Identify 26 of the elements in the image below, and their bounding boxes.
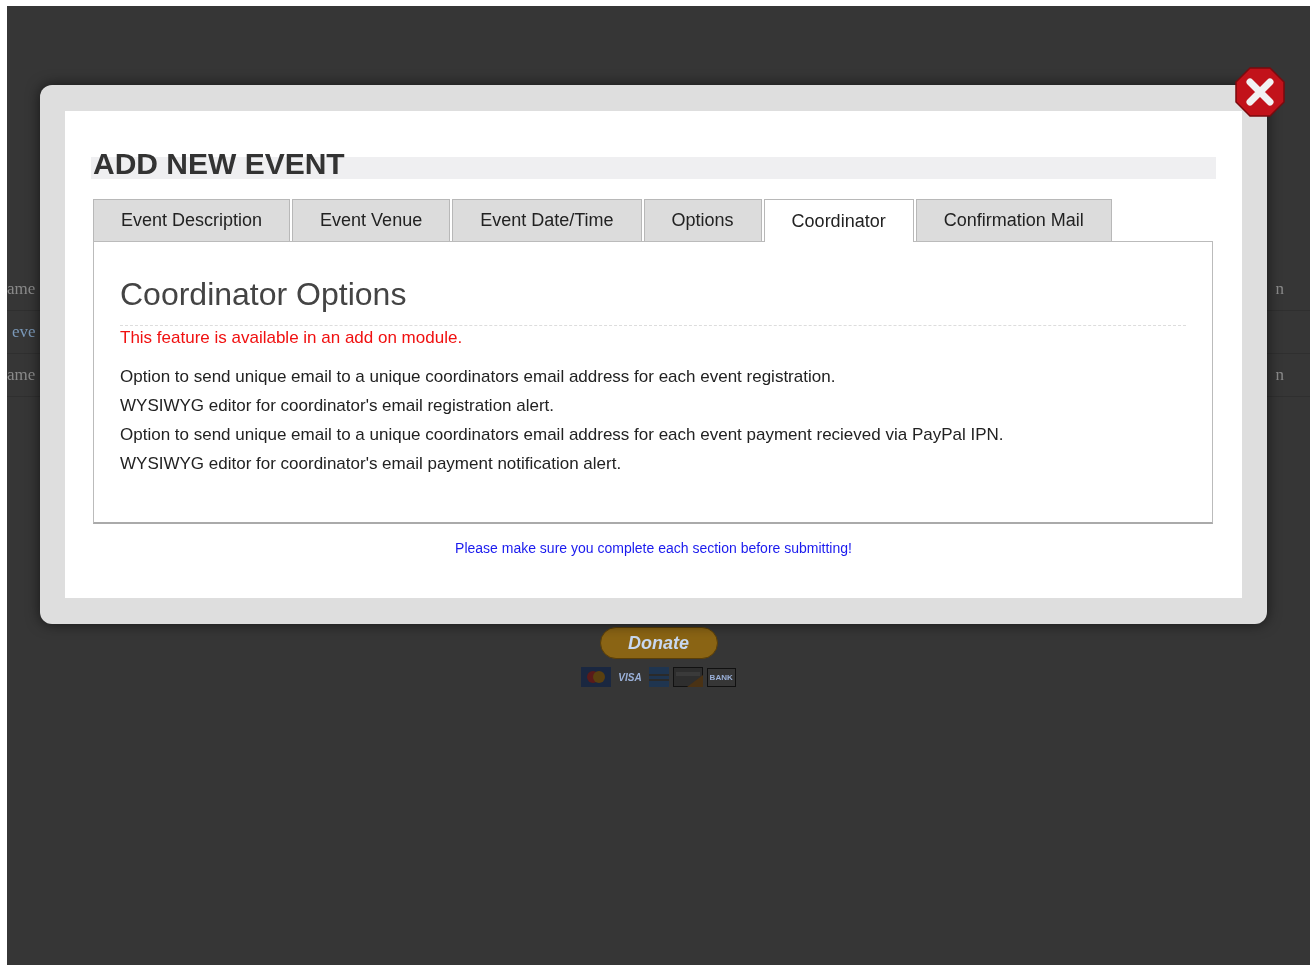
close-icon[interactable]	[1235, 67, 1285, 117]
card-logo-icon	[581, 667, 612, 687]
table-cell: n	[1275, 365, 1284, 385]
feature-text: WYSIWYG editor for coordinator's email registration alert.	[120, 395, 556, 417]
tab[interactable]: Event Venue	[292, 199, 451, 241]
card-logo-icon	[672, 667, 703, 687]
tab[interactable]: Options	[643, 199, 762, 241]
feature-text: WYSIWYG editor for coordinator's email payment notification alert.	[120, 453, 623, 475]
notice-text: This feature is available in an add on module.	[120, 328, 464, 348]
feature-text: Option to send unique email to a unique coordinators email address for each event registration.	[120, 366, 837, 388]
donate-button[interactable]: Donate	[599, 627, 718, 659]
table-cell-text: eve	[11, 322, 36, 342]
card-logo-icon	[648, 667, 669, 687]
table-cell: ame	[7, 279, 36, 299]
tab[interactable]: Event Description	[93, 199, 291, 241]
card-logo-icon: BANK	[706, 667, 736, 687]
tab[interactable]: Event Date/Time	[452, 199, 642, 241]
table-cell: n	[1275, 279, 1284, 299]
tab[interactable]: Coordinator	[763, 199, 914, 242]
feature-text: Option to send unique email to a unique coordinators email address for each event payment recieved via PayPal IPN.	[120, 424, 1005, 446]
card-logo-icon: VISA	[615, 670, 645, 684]
table-cell: ame	[7, 365, 36, 385]
footer-note: Please make sure you complete each section before submitting!	[454, 540, 853, 556]
tab[interactable]: Confirmation Mail	[915, 199, 1112, 241]
modal-title: ADD NEW EVENT	[92, 147, 345, 181]
panel-heading: Coordinator Options	[120, 276, 1186, 326]
